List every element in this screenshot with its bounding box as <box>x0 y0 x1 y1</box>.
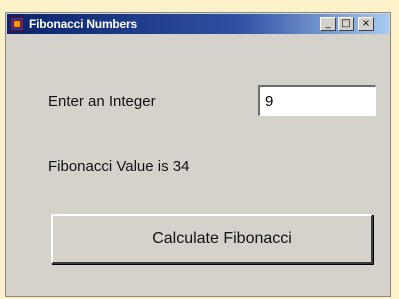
fibonacci-window: Fibonacci Numbers _ □ × Enter an Integer… <box>5 12 391 297</box>
calculate-fibonacci-button[interactable]: Calculate Fibonacci <box>51 214 373 264</box>
maximize-button[interactable]: □ <box>338 17 354 31</box>
integer-input[interactable]: 9 <box>258 85 376 116</box>
app-icon[interactable] <box>10 17 24 31</box>
window-title: Fibonacci Numbers <box>29 17 137 31</box>
calculate-button-label: Calculate Fibonacci <box>152 230 292 247</box>
fibonacci-result-text: Fibonacci Value is 34 <box>48 158 190 175</box>
title-bar[interactable]: Fibonacci Numbers _ □ × <box>7 14 389 34</box>
integer-label: Enter an Integer <box>48 93 156 110</box>
minimize-button[interactable]: _ <box>320 17 336 31</box>
close-button[interactable]: × <box>358 17 374 31</box>
